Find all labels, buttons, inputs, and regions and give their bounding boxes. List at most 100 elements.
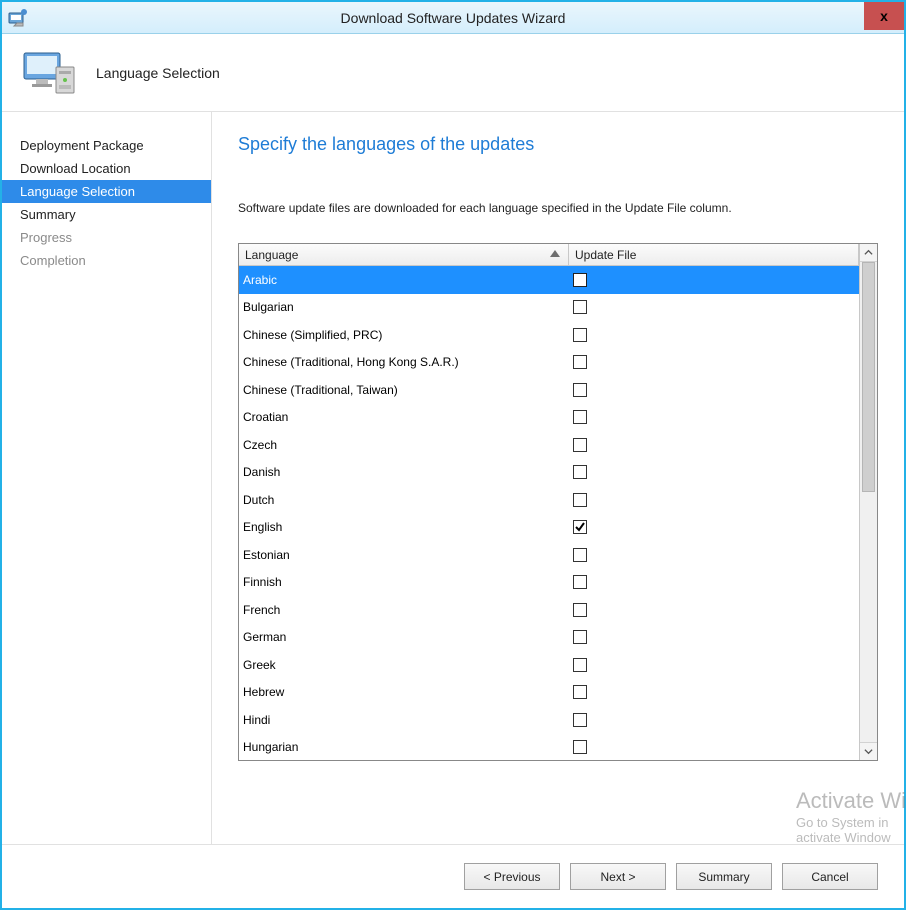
sidebar-item-completion: Completion xyxy=(2,249,211,272)
titlebar: Download Software Updates Wizard x xyxy=(2,2,904,34)
column-header-language[interactable]: Language xyxy=(239,244,569,266)
language-cell: English xyxy=(239,520,569,534)
cancel-button[interactable]: Cancel xyxy=(782,863,878,890)
update-file-checkbox[interactable] xyxy=(573,548,587,562)
language-cell: Hungarian xyxy=(239,740,569,754)
wizard-footer: < Previous Next > Summary Cancel xyxy=(2,844,904,908)
sidebar-item-download-location[interactable]: Download Location xyxy=(2,157,211,180)
language-cell: Czech xyxy=(239,438,569,452)
grid-header-row: Language Update File xyxy=(239,244,859,266)
update-file-checkbox[interactable] xyxy=(573,520,587,534)
table-row[interactable]: Dutch xyxy=(239,486,859,514)
update-file-cell xyxy=(569,383,859,397)
column-header-language-label: Language xyxy=(245,248,298,262)
column-header-update-file[interactable]: Update File xyxy=(569,244,859,266)
sidebar-item-summary[interactable]: Summary xyxy=(2,203,211,226)
table-row[interactable]: Greek xyxy=(239,651,859,679)
language-cell: Croatian xyxy=(239,410,569,424)
previous-button[interactable]: < Previous xyxy=(464,863,560,890)
table-row[interactable]: Chinese (Traditional, Hong Kong S.A.R.) xyxy=(239,349,859,377)
update-file-cell xyxy=(569,658,859,672)
scroll-up-button[interactable] xyxy=(860,244,877,262)
table-row[interactable]: German xyxy=(239,624,859,652)
main-panel: Specify the languages of the updates Sof… xyxy=(212,112,904,844)
update-file-checkbox[interactable] xyxy=(573,300,587,314)
update-file-cell xyxy=(569,328,859,342)
chevron-down-icon xyxy=(864,747,873,756)
update-file-cell xyxy=(569,355,859,369)
main-description: Software update files are downloaded for… xyxy=(238,201,878,215)
sidebar-item-progress: Progress xyxy=(2,226,211,249)
table-row[interactable]: Arabic xyxy=(239,266,859,294)
update-file-cell xyxy=(569,575,859,589)
table-row[interactable]: Bulgarian xyxy=(239,294,859,322)
update-file-checkbox[interactable] xyxy=(573,355,587,369)
table-row[interactable]: English xyxy=(239,514,859,542)
table-row[interactable]: Hebrew xyxy=(239,679,859,707)
table-row[interactable]: Chinese (Simplified, PRC) xyxy=(239,321,859,349)
table-row[interactable]: Croatian xyxy=(239,404,859,432)
activation-watermark: Activate Wi Go to System in activate Win… xyxy=(796,788,906,846)
update-file-checkbox[interactable] xyxy=(573,630,587,644)
step-sidebar: Deployment PackageDownload LocationLangu… xyxy=(2,112,212,844)
sidebar-item-language-selection[interactable]: Language Selection xyxy=(2,180,211,203)
update-file-cell xyxy=(569,603,859,617)
update-file-cell xyxy=(569,465,859,479)
scroll-track[interactable] xyxy=(860,262,877,742)
main-heading: Specify the languages of the updates xyxy=(238,134,878,155)
language-grid: Language Update File Arabic Bulgarian Chin… xyxy=(238,243,878,761)
update-file-checkbox[interactable] xyxy=(573,438,587,452)
table-row[interactable]: French xyxy=(239,596,859,624)
table-row[interactable]: Danish xyxy=(239,459,859,487)
table-row[interactable]: Chinese (Traditional, Taiwan) xyxy=(239,376,859,404)
update-file-cell xyxy=(569,630,859,644)
scroll-down-button[interactable] xyxy=(860,742,877,760)
update-file-checkbox[interactable] xyxy=(573,493,587,507)
column-header-update-file-label: Update File xyxy=(575,248,636,262)
update-file-checkbox[interactable] xyxy=(573,273,587,287)
update-file-cell xyxy=(569,493,859,507)
language-cell: Bulgarian xyxy=(239,300,569,314)
update-file-checkbox[interactable] xyxy=(573,575,587,589)
sort-asc-icon xyxy=(550,250,560,257)
update-file-checkbox[interactable] xyxy=(573,658,587,672)
update-file-cell xyxy=(569,520,859,534)
update-file-checkbox[interactable] xyxy=(573,465,587,479)
grid-body: Arabic Bulgarian Chinese (Simplified, PRC)… xyxy=(239,266,859,760)
table-row[interactable]: Estonian xyxy=(239,541,859,569)
update-file-cell xyxy=(569,300,859,314)
language-cell: Chinese (Traditional, Hong Kong S.A.R.) xyxy=(239,355,569,369)
language-cell: Hindi xyxy=(239,713,569,727)
update-file-checkbox[interactable] xyxy=(573,383,587,397)
update-file-cell xyxy=(569,713,859,727)
update-file-checkbox[interactable] xyxy=(573,740,587,754)
vertical-scrollbar[interactable] xyxy=(859,244,877,760)
language-cell: Estonian xyxy=(239,548,569,562)
table-row[interactable]: Czech xyxy=(239,431,859,459)
next-button[interactable]: Next > xyxy=(570,863,666,890)
table-row[interactable]: Finnish xyxy=(239,569,859,597)
language-cell: Arabic xyxy=(239,273,569,287)
update-file-cell xyxy=(569,438,859,452)
summary-button[interactable]: Summary xyxy=(676,863,772,890)
update-file-checkbox[interactable] xyxy=(573,410,587,424)
wizard-header: Language Selection xyxy=(2,34,904,112)
update-file-checkbox[interactable] xyxy=(573,328,587,342)
update-file-checkbox[interactable] xyxy=(573,685,587,699)
table-row[interactable]: Hungarian xyxy=(239,734,859,761)
language-cell: Dutch xyxy=(239,493,569,507)
language-cell: Finnish xyxy=(239,575,569,589)
scroll-thumb[interactable] xyxy=(862,262,875,492)
language-cell: Chinese (Traditional, Taiwan) xyxy=(239,383,569,397)
update-file-cell xyxy=(569,273,859,287)
close-icon: x xyxy=(880,8,888,24)
page-title: Language Selection xyxy=(96,65,220,81)
update-file-cell xyxy=(569,740,859,754)
update-file-checkbox[interactable] xyxy=(573,713,587,727)
checkmark-icon xyxy=(574,521,586,533)
sidebar-item-deployment-package[interactable]: Deployment Package xyxy=(2,134,211,157)
table-row[interactable]: Hindi xyxy=(239,706,859,734)
language-cell: Greek xyxy=(239,658,569,672)
close-button[interactable]: x xyxy=(864,2,904,30)
update-file-checkbox[interactable] xyxy=(573,603,587,617)
